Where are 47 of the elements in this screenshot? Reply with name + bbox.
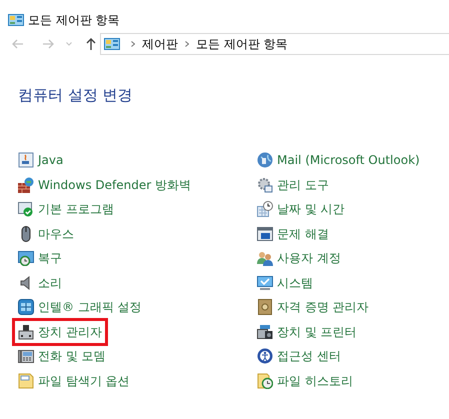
printer-icon: [257, 324, 273, 340]
address-bar[interactable]: 제어판 모든 제어판 항목: [100, 33, 449, 55]
control-panel-link[interactable]: 사용자 계정: [253, 246, 345, 270]
calendar-clock-icon: [257, 201, 273, 218]
control-panel-link[interactable]: Windows Defender 방화벽: [14, 172, 195, 197]
chevron-icon[interactable]: [185, 41, 189, 47]
section-heading: 컴퓨터 설정 변경: [18, 86, 133, 104]
up-icon[interactable]: [86, 38, 96, 50]
document-icon: [18, 372, 34, 389]
breadcrumb[interactable]: 모든 제어판 항목: [196, 35, 288, 53]
control-panel-link[interactable]: 접근성 센터: [253, 344, 345, 368]
control-panel-link[interactable]: 인텔® 그래픽 설정: [14, 295, 146, 320]
control-panel-link[interactable]: 기본 프로그램: [14, 197, 118, 222]
control-panel-link[interactable]: 장치 및 프린터: [253, 320, 361, 344]
control-panel-link[interactable]: 시스템: [253, 270, 317, 295]
control-panel-link[interactable]: 관리 도구: [253, 172, 333, 197]
control-panel-link[interactable]: 복구: [14, 246, 66, 270]
control-panel-icon: [8, 12, 24, 28]
control-panel-link[interactable]: 전화 및 모뎀: [14, 344, 110, 368]
control-panel-link[interactable]: 파일 탐색기 옵션: [14, 368, 134, 393]
control-panel-link[interactable]: Java: [14, 148, 68, 172]
control-panel-link[interactable]: Mail (Microsoft Outlook): [253, 148, 424, 172]
users-icon: [257, 250, 273, 266]
control-panel-link[interactable]: 자격 증명 관리자: [253, 295, 373, 320]
control-panel-link[interactable]: 문제 해결: [253, 222, 333, 246]
accessibility-icon: [257, 348, 273, 364]
window-title: 모든 제어판 항목: [28, 12, 120, 28]
globe-icon: [257, 152, 273, 168]
chevron-icon[interactable]: [131, 41, 135, 47]
monitor-icon: [257, 274, 273, 291]
control-panel-link[interactable]: 파일 히스토리: [253, 368, 357, 393]
brick-wall-icon: [18, 176, 34, 193]
control-panel-link[interactable]: 소리: [14, 270, 66, 295]
gear-icon: [257, 176, 273, 193]
window-check-icon: [18, 201, 34, 218]
window-icon: [257, 226, 273, 242]
control-panel-link[interactable]: 장치 관리자: [14, 320, 106, 344]
device-icon: [18, 324, 34, 340]
safe-icon: [257, 299, 273, 316]
folder-clock-icon: [257, 372, 273, 389]
control-panel-link[interactable]: 날짜 및 시간: [253, 197, 349, 222]
breadcrumb[interactable]: 제어판: [142, 35, 178, 53]
phone-icon: [18, 348, 34, 364]
control-panel-icon: [104, 36, 120, 52]
panel-icon: [18, 299, 34, 316]
control-panel-link[interactable]: 마우스: [14, 222, 78, 246]
monitor-clock-icon: [18, 250, 34, 266]
